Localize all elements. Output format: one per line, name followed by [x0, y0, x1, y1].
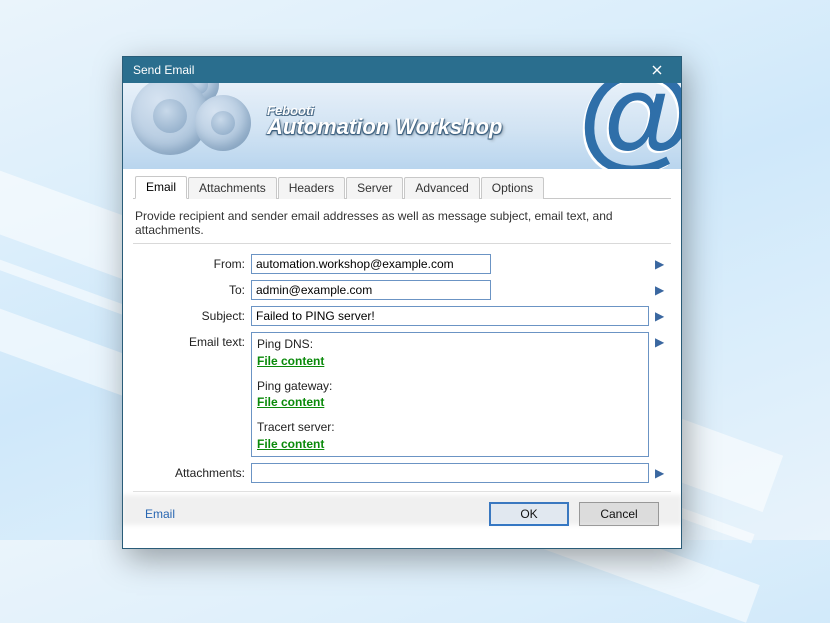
tab-options[interactable]: Options [481, 177, 544, 199]
gear-icon [195, 95, 251, 151]
file-content-link[interactable]: File content [257, 354, 324, 368]
send-email-dialog: Send Email @ Febooti Automation Workshop… [122, 56, 682, 549]
at-sign-icon: @ [576, 83, 681, 159]
email-text-input[interactable]: Ping DNS: File content Ping gateway: Fil… [251, 332, 649, 457]
tab-description: Provide recipient and sender email addre… [133, 205, 671, 244]
tab-headers[interactable]: Headers [278, 177, 345, 199]
email-text-label: Email text: [133, 332, 245, 349]
tab-strip: Email Attachments Headers Server Advance… [133, 175, 671, 199]
dialog-reflection [122, 495, 682, 525]
attachments-variable-picker[interactable]: ▶ [655, 463, 671, 480]
from-variable-picker[interactable]: ▶ [655, 254, 671, 271]
brand: Febooti Automation Workshop [267, 103, 502, 140]
email-text-variable-picker[interactable]: ▶ [655, 332, 671, 349]
close-button[interactable] [639, 60, 675, 80]
subject-variable-picker[interactable]: ▶ [655, 306, 671, 323]
title-bar[interactable]: Send Email [123, 57, 681, 83]
tab-advanced[interactable]: Advanced [404, 177, 479, 199]
email-text-line: Ping DNS: [257, 337, 313, 351]
tab-attachments[interactable]: Attachments [188, 177, 277, 199]
to-input[interactable] [251, 280, 491, 300]
subject-input[interactable] [251, 306, 649, 326]
close-icon [652, 65, 662, 75]
banner: @ Febooti Automation Workshop [123, 83, 681, 169]
to-variable-picker[interactable]: ▶ [655, 280, 671, 297]
window-title: Send Email [133, 63, 639, 77]
from-input[interactable] [251, 254, 491, 274]
attachments-label: Attachments: [133, 463, 245, 480]
tab-email[interactable]: Email [135, 176, 187, 199]
email-text-line: Tracert server: [257, 420, 335, 434]
file-content-link[interactable]: File content [257, 395, 324, 409]
to-label: To: [133, 280, 245, 297]
brand-main: Automation Workshop [267, 114, 502, 140]
tab-server[interactable]: Server [346, 177, 403, 199]
file-content-link[interactable]: File content [257, 437, 324, 451]
from-label: From: [133, 254, 245, 271]
attachments-input[interactable] [251, 463, 649, 483]
subject-label: Subject: [133, 306, 245, 323]
email-text-line: Ping gateway: [257, 379, 332, 393]
